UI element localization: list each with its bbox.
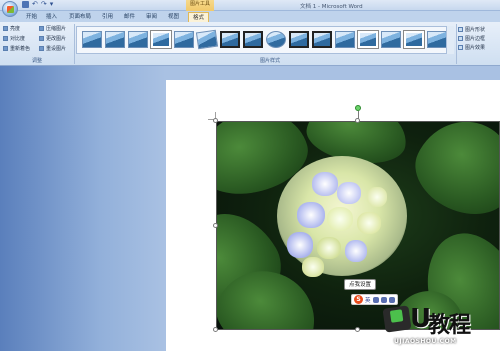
flower-petal <box>327 207 353 231</box>
watermark-url: UJIAOSHOU.COM <box>394 338 457 345</box>
window-title: 文档 1 - Microsoft Word <box>300 4 363 10</box>
picture-style-thumb[interactable] <box>427 31 447 48</box>
picture-style-thumb[interactable] <box>82 31 102 48</box>
picture-style-thumb[interactable] <box>266 31 286 48</box>
reset-picture-button[interactable]: 重设图片 <box>39 45 66 52</box>
picture-style-thumb[interactable] <box>289 31 309 48</box>
sogou-logo-icon[interactable]: S <box>354 295 363 304</box>
border-icon <box>458 36 463 41</box>
picture-style-thumb[interactable] <box>358 31 378 48</box>
shape-icon <box>458 27 463 32</box>
picture-style-thumb[interactable] <box>174 31 194 48</box>
ribbon: 亮度 对比度 重新着色 压缩图片 更改图片 重设图片 调整 图片样式 图片形状 … <box>0 22 500 66</box>
picture-style-thumb[interactable] <box>220 31 240 48</box>
tab-references[interactable]: 引用 <box>102 12 113 22</box>
save-icon[interactable] <box>22 1 29 8</box>
flower-petal <box>312 172 338 196</box>
tooltip: 点我设置 <box>344 279 377 290</box>
watermark-brand: 教程 <box>428 313 471 338</box>
ime-settings-icon[interactable] <box>388 296 395 303</box>
contextual-tab-group: 图片工具 <box>186 0 214 11</box>
picture-style-thumb[interactable] <box>243 31 263 48</box>
office-logo-icon <box>7 6 14 13</box>
flower-petal <box>345 240 367 262</box>
picture-styles-gallery <box>76 26 454 54</box>
resize-handle[interactable] <box>355 327 360 332</box>
picture-style-thumb[interactable] <box>195 29 219 50</box>
effects-icon <box>458 45 463 50</box>
recolor-button[interactable]: 重新着色 <box>3 45 30 52</box>
contrast-button[interactable]: 对比度 <box>3 35 25 42</box>
tab-review[interactable]: 审阅 <box>146 12 157 22</box>
flower-petal <box>367 187 387 207</box>
tab-format[interactable]: 格式 <box>188 12 210 22</box>
leaf-shape <box>402 122 499 229</box>
resize-handle[interactable] <box>213 118 218 123</box>
resize-handle[interactable] <box>213 327 218 332</box>
change-picture-icon <box>39 36 44 41</box>
flower-petal <box>302 257 324 277</box>
brightness-icon <box>3 26 8 31</box>
picture-style-thumb[interactable] <box>151 31 171 48</box>
office-button[interactable] <box>2 1 18 17</box>
flower-petal <box>287 232 313 258</box>
resize-handle[interactable] <box>355 118 360 123</box>
flower-petal <box>317 237 341 259</box>
flower-petal <box>357 212 381 234</box>
flower-petal <box>297 202 325 228</box>
ime-keyboard-icon[interactable] <box>380 296 387 303</box>
adjust-group: 亮度 对比度 重新着色 压缩图片 更改图片 重设图片 <box>3 25 75 57</box>
gallery-scroll[interactable] <box>446 26 454 54</box>
compress-icon <box>39 26 44 31</box>
picture-styles-label: 图片样式 <box>259 58 280 64</box>
customize-qat-icon[interactable]: ▾ <box>50 1 54 8</box>
flower-petal <box>337 182 361 204</box>
ribbon-tabs: 开始 插入 页面布局 引用 邮件 审阅 视图 格式 <box>0 11 500 22</box>
ime-language[interactable]: 英 <box>365 296 371 304</box>
undo-icon[interactable]: ↶ <box>32 1 38 8</box>
tab-view[interactable]: 视图 <box>168 12 179 22</box>
quick-access-toolbar: ↶ ↷ ▾ <box>22 1 53 8</box>
picture-style-thumb[interactable] <box>335 31 355 48</box>
tab-page-layout[interactable]: 页面布局 <box>69 12 91 22</box>
recolor-icon <box>3 46 8 51</box>
group-separator <box>456 24 457 64</box>
resize-handle[interactable] <box>213 223 218 228</box>
ime-punctuation-icon[interactable] <box>372 296 379 303</box>
group-separator <box>74 24 75 64</box>
watermark-logo: U 教程 UJIAOSHOU.COM <box>380 303 498 349</box>
picture-shape-button[interactable]: 图片形状 <box>458 25 498 34</box>
tab-home[interactable]: 开始 <box>26 12 37 22</box>
reset-picture-icon <box>39 46 44 51</box>
picture-style-thumb[interactable] <box>128 31 148 48</box>
change-picture-button[interactable]: 更改图片 <box>39 35 66 42</box>
tab-mailings[interactable]: 邮件 <box>124 12 135 22</box>
picture-style-thumb[interactable] <box>381 31 401 48</box>
redo-icon[interactable]: ↷ <box>41 1 47 8</box>
compress-pictures-button[interactable]: 压缩图片 <box>39 25 66 32</box>
contrast-icon <box>3 36 8 41</box>
adjust-group-label: 调整 <box>31 58 42 64</box>
picture-border-button[interactable]: 图片边框 <box>458 34 498 43</box>
title-bar: ↶ ↷ ▾ 图片工具 文档 1 - Microsoft Word <box>0 0 500 11</box>
brightness-button[interactable]: 亮度 <box>3 25 20 32</box>
picture-effects-button[interactable]: 图片效果 <box>458 43 498 52</box>
picture-style-thumb[interactable] <box>404 31 424 48</box>
tab-insert[interactable]: 插入 <box>46 12 57 22</box>
picture-style-thumb[interactable] <box>105 31 125 48</box>
picture-style-thumb[interactable] <box>312 31 332 48</box>
rotation-handle[interactable] <box>355 105 361 111</box>
watermark-mark-icon <box>382 305 412 333</box>
picture-effects-group: 图片形状 图片边框 图片效果 <box>458 25 498 52</box>
